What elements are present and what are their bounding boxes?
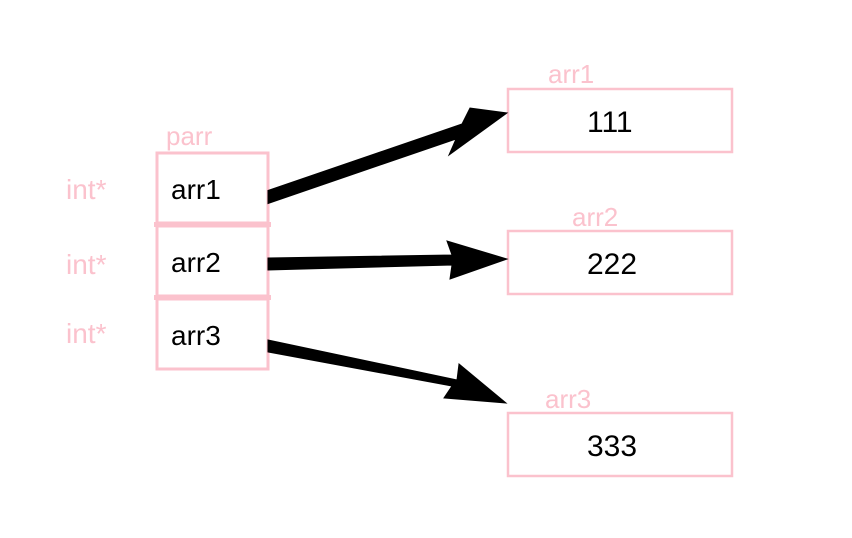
- type-label-1: int*: [66, 249, 107, 280]
- target-1-label: arr2: [572, 202, 618, 232]
- parr-label: parr: [166, 121, 213, 151]
- target-0-label: arr1: [548, 59, 594, 89]
- pointer-array-diagram: parr arr1 arr2 arr3 int* int* int* arr1 …: [0, 0, 852, 538]
- target-2-label: arr3: [545, 384, 591, 414]
- targets-group: arr1 111 arr2 222 arr3 333: [508, 59, 732, 476]
- target-1-value: 222: [587, 248, 637, 281]
- parr-cell-2-text: arr3: [171, 320, 221, 351]
- parr-cell-0-text: arr1: [171, 174, 221, 205]
- target-2-value: 333: [587, 430, 637, 463]
- arrow-0: [268, 108, 507, 204]
- parr-cell-1-text: arr2: [171, 247, 221, 278]
- arrow-2: [268, 340, 506, 403]
- type-label-2: int*: [66, 318, 107, 349]
- target-0-value: 111: [587, 106, 633, 139]
- type-label-0: int*: [66, 174, 107, 205]
- arrow-1: [268, 241, 507, 279]
- parr-group: parr arr1 arr2 arr3 int* int* int*: [66, 121, 271, 369]
- arrows-group: [268, 108, 507, 403]
